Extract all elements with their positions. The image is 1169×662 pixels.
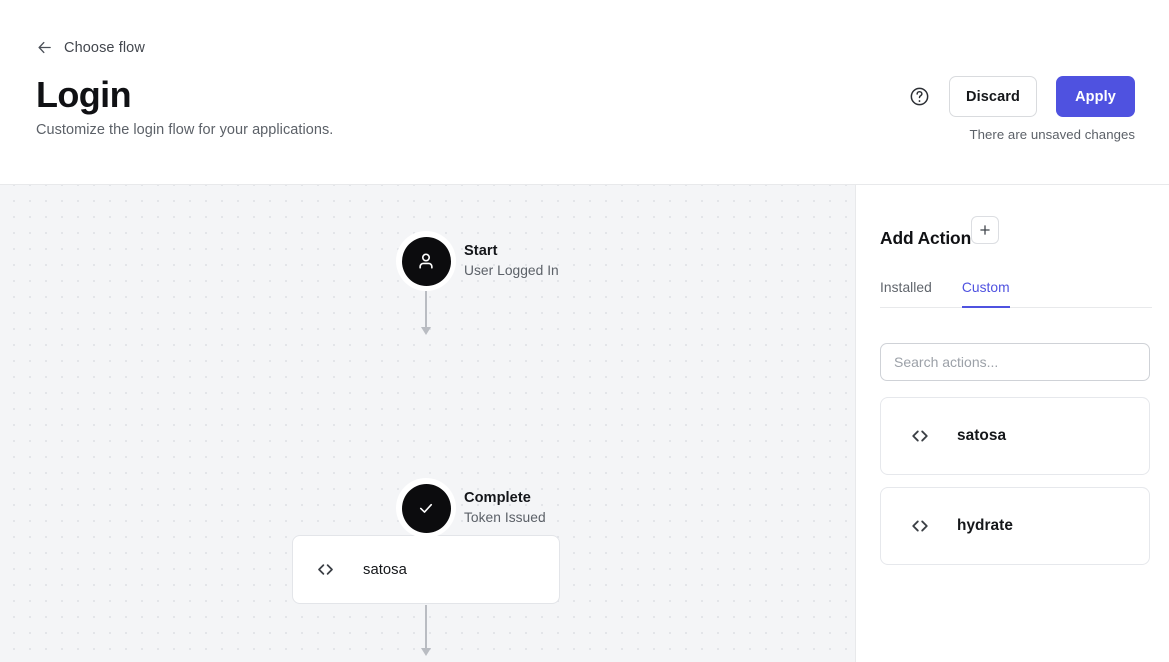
sidebar-header: Add Action xyxy=(880,216,1169,249)
apply-button[interactable]: Apply xyxy=(1056,76,1135,117)
complete-node-description: Token Issued xyxy=(464,510,546,525)
custom-actions-list: satosa hydrate xyxy=(880,397,1150,565)
search-actions-wrap xyxy=(880,343,1150,381)
flow-node-label: satosa xyxy=(363,561,407,578)
tab-installed[interactable]: Installed xyxy=(880,280,932,308)
flow-canvas[interactable]: Start User Logged In satosa Complete Tok… xyxy=(0,185,855,662)
complete-node-circle xyxy=(396,478,456,538)
page-subtitle: Customize the login flow for your applic… xyxy=(36,122,334,138)
sidebar-tabs: Installed Custom xyxy=(880,280,1152,308)
page-header: Choose flow Login Customize the login fl… xyxy=(0,0,1169,185)
start-node-description: User Logged In xyxy=(464,263,559,278)
code-brackets-icon xyxy=(315,559,336,580)
sidebar-title: Add Action xyxy=(880,228,972,248)
unsaved-changes-note: There are unsaved changes xyxy=(969,127,1135,142)
user-icon xyxy=(401,236,451,286)
header-actions: Discard Apply xyxy=(909,76,1135,117)
add-action-sidebar: Add Action Installed Custom satosa xyxy=(856,185,1169,662)
complete-node-title: Complete xyxy=(464,490,531,506)
start-node-circle xyxy=(396,231,456,291)
flow-editor-screen: Choose flow Login Customize the login fl… xyxy=(0,0,1169,662)
page-title: Login xyxy=(36,74,132,115)
code-brackets-icon xyxy=(909,515,931,537)
flow-node-satosa[interactable]: satosa xyxy=(292,535,560,604)
action-card-hydrate[interactable]: hydrate xyxy=(880,487,1150,565)
start-node-text: Start User Logged In xyxy=(464,242,559,280)
flow-node-complete[interactable]: Complete Token Issued xyxy=(396,478,546,538)
discard-button[interactable]: Discard xyxy=(949,76,1037,117)
flow-node-start[interactable]: Start User Logged In xyxy=(396,231,559,291)
back-link-label: Choose flow xyxy=(64,39,145,56)
code-brackets-icon xyxy=(909,425,931,447)
tab-custom[interactable]: Custom xyxy=(961,280,1010,308)
back-to-choose-flow-link[interactable]: Choose flow xyxy=(36,39,145,56)
help-circle-icon[interactable] xyxy=(909,86,930,107)
action-card-label: hydrate xyxy=(957,517,1013,534)
action-card-label: satosa xyxy=(957,427,1007,444)
check-icon xyxy=(401,483,451,533)
action-card-satosa[interactable]: satosa xyxy=(880,397,1150,475)
search-actions-input[interactable] xyxy=(880,343,1150,381)
start-node-title: Start xyxy=(464,243,498,259)
plus-icon[interactable] xyxy=(971,216,999,244)
complete-node-text: Complete Token Issued xyxy=(464,489,546,527)
arrow-left-icon xyxy=(36,39,53,56)
